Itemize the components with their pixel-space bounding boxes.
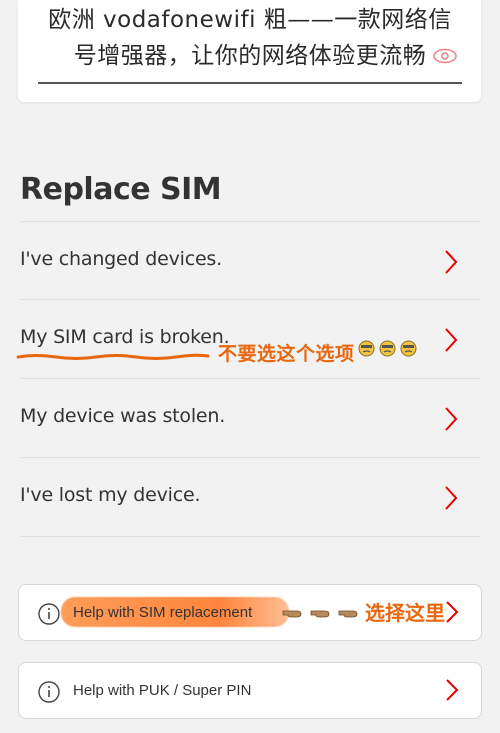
overlay-divider	[38, 82, 462, 84]
chevron-right-icon	[445, 250, 458, 274]
option-label: My SIM card is broken.	[20, 326, 230, 348]
pointing-hand-icon	[282, 610, 358, 618]
help-label: Help with PUK / Super PIN	[73, 682, 252, 699]
help-label: Help with SIM replacement	[73, 604, 253, 621]
chevron-right-icon	[445, 328, 458, 352]
help-puk-card[interactable]: Help with PUK / Super PIN	[18, 662, 482, 719]
emoji-group	[358, 340, 421, 361]
overlay-title-line2: 号增强器，让你的网络体验更流畅	[73, 43, 427, 69]
orange-underline	[16, 353, 210, 360]
overlay-title-line1: 欧洲 vodafonewifi 粗——一款网络信	[48, 7, 452, 33]
page-title: Replace SIM	[20, 172, 222, 207]
info-icon	[38, 603, 60, 625]
eye-icon[interactable]	[432, 46, 458, 66]
option-label: I've lost my device.	[20, 484, 201, 506]
option-device-stolen[interactable]: My device was stolen.	[0, 379, 500, 457]
annotation-dont-choose: 不要选这个选项	[218, 343, 355, 365]
face-emoji-icon	[358, 340, 375, 357]
chevron-right-icon	[446, 601, 459, 623]
overlay-title: 欧洲 vodafonewifi 粗——一款网络信 号增强器，让你的网络体验更流畅	[8, 2, 492, 74]
chevron-right-icon	[445, 407, 458, 431]
option-lost-device[interactable]: I've lost my device.	[0, 458, 500, 536]
face-emoji-icon	[379, 340, 396, 357]
annotation-choose-here: 选择这里	[365, 601, 445, 625]
chevron-right-icon	[445, 486, 458, 510]
option-changed-devices[interactable]: I've changed devices.	[0, 222, 500, 300]
help-sim-replacement-card[interactable]: Help with SIM replacement 选择这里	[18, 584, 482, 641]
chevron-right-icon	[446, 679, 459, 701]
divider	[20, 536, 480, 537]
option-label: I've changed devices.	[20, 248, 222, 270]
info-icon	[38, 681, 60, 703]
option-label: My device was stolen.	[20, 405, 226, 427]
face-emoji-icon	[400, 340, 417, 357]
